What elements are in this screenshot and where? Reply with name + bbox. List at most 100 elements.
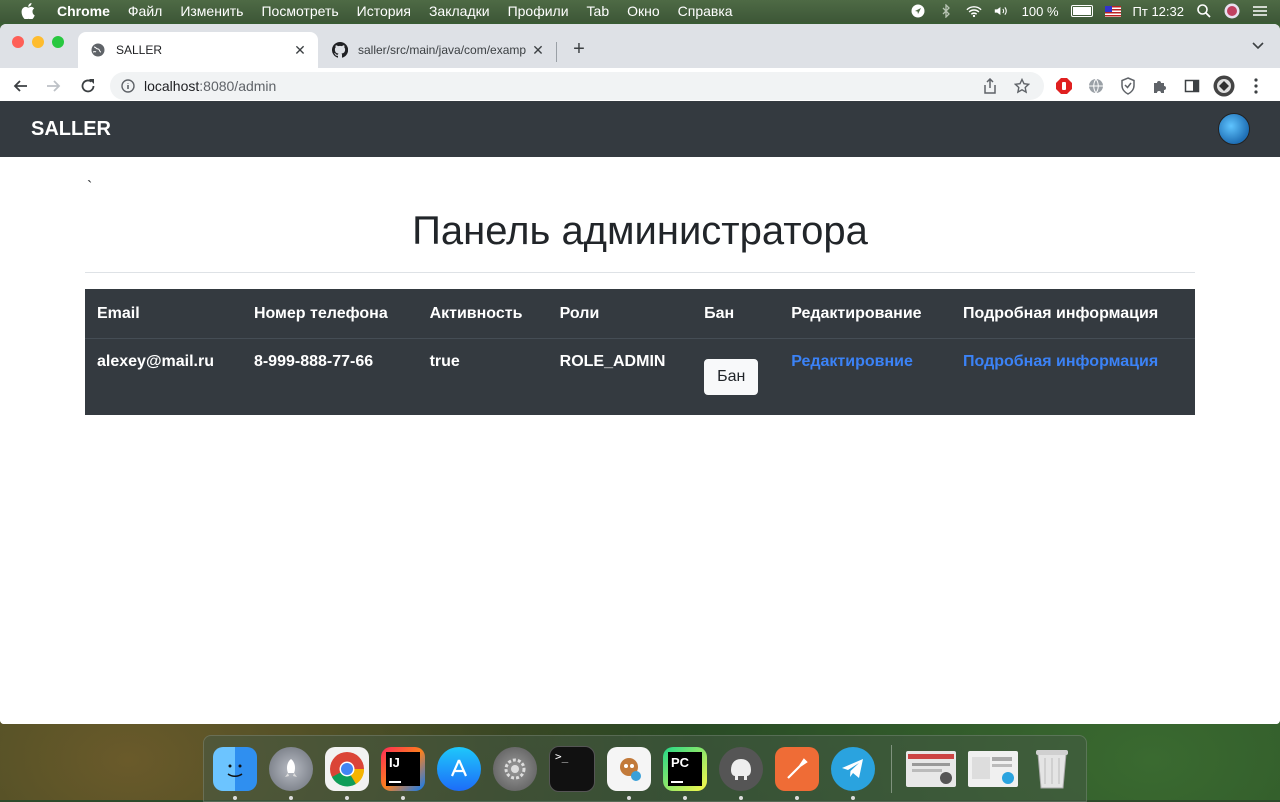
vpn-globe-extension-icon[interactable] bbox=[1084, 74, 1108, 98]
url-path: :8080/admin bbox=[199, 78, 277, 94]
menu-app-name[interactable]: Chrome bbox=[48, 3, 119, 19]
tab-title: saller/src/main/java/com/examp bbox=[358, 43, 527, 57]
recent-window-2-icon[interactable] bbox=[968, 750, 1018, 787]
menu-history[interactable]: История bbox=[348, 3, 420, 19]
close-tab-icon[interactable]: ✕ bbox=[292, 42, 308, 58]
intellij-icon[interactable]: IJ bbox=[381, 746, 425, 800]
launchpad-icon[interactable] bbox=[269, 746, 313, 800]
profile-avatar-icon[interactable] bbox=[1212, 74, 1236, 98]
us-flag-icon[interactable] bbox=[1104, 5, 1121, 17]
minimize-window-button[interactable] bbox=[32, 36, 44, 48]
recent-window-1-icon[interactable] bbox=[906, 750, 956, 787]
url-host: localhost bbox=[144, 78, 200, 94]
tab-title: SALLER bbox=[116, 43, 163, 57]
window-controls bbox=[12, 36, 64, 48]
new-tab-button[interactable]: + bbox=[568, 38, 590, 60]
menu-profiles[interactable]: Профили bbox=[499, 3, 578, 19]
users-table: Email Номер телефона Активность Роли Бан… bbox=[85, 289, 1195, 415]
cell-ban: Бан bbox=[692, 339, 779, 416]
app-store-icon[interactable] bbox=[437, 746, 481, 791]
col-active-header: Активность bbox=[417, 289, 548, 339]
site-navbar: SALLER bbox=[0, 101, 1280, 157]
col-details-header: Подробная информация bbox=[951, 289, 1195, 339]
admin-container: ` Панель администратора Email Номер теле… bbox=[85, 157, 1195, 415]
trash-icon[interactable] bbox=[1030, 747, 1074, 791]
col-phone-header: Номер телефона bbox=[241, 289, 418, 339]
close-tab-icon[interactable]: ✕ bbox=[530, 42, 546, 58]
battery-percent: 100 % bbox=[1021, 3, 1059, 19]
tab-strip: SALLER ✕ saller/src/main/java/com/examp … bbox=[0, 24, 1280, 68]
address-bar[interactable]: localhost:8080/admin bbox=[110, 72, 1044, 100]
reload-button[interactable] bbox=[74, 72, 102, 100]
menu-window[interactable]: Окно bbox=[618, 3, 669, 19]
github-icon bbox=[332, 42, 348, 58]
shield-extension-icon[interactable] bbox=[1116, 74, 1140, 98]
paw-icon[interactable] bbox=[607, 746, 651, 800]
cell-active: true bbox=[429, 353, 460, 370]
menu-file[interactable]: Файл bbox=[119, 3, 171, 19]
page-title: Панель администратора bbox=[412, 209, 868, 253]
menu-help[interactable]: Справка bbox=[669, 3, 742, 19]
chrome-menu-icon[interactable] bbox=[1244, 74, 1268, 98]
menu-edit[interactable]: Изменить bbox=[171, 3, 252, 19]
cell-edit: Редактировние bbox=[779, 339, 951, 416]
menubar-clock[interactable]: Пт 12:32 bbox=[1133, 4, 1184, 19]
adblock-extension-icon[interactable] bbox=[1052, 74, 1076, 98]
volume-icon[interactable] bbox=[994, 4, 1010, 18]
cell-details: Подробная информация bbox=[951, 339, 1195, 416]
apple-icon[interactable] bbox=[20, 3, 36, 19]
table-row: alexey@mail.ru 8-999-888-77-66 true ROLE… bbox=[85, 339, 1195, 416]
extensions-puzzle-icon[interactable] bbox=[1148, 74, 1172, 98]
telegram-icon[interactable] bbox=[831, 746, 875, 800]
search-icon[interactable] bbox=[1196, 4, 1212, 18]
chrome-icon[interactable] bbox=[325, 746, 369, 800]
control-center-icon[interactable] bbox=[1252, 4, 1268, 18]
globe-icon bbox=[90, 42, 106, 58]
pycharm-icon[interactable]: PC bbox=[663, 746, 707, 800]
macos-dock: IJ >_ PC bbox=[203, 735, 1087, 802]
ban-button[interactable]: Бан bbox=[704, 359, 759, 395]
tab-separator bbox=[556, 42, 557, 62]
browser-window: SALLER ✕ saller/src/main/java/com/examp … bbox=[0, 24, 1280, 724]
back-button[interactable] bbox=[6, 72, 34, 100]
menu-view[interactable]: Посмотреть bbox=[252, 3, 347, 19]
col-edit-header: Редактирование bbox=[779, 289, 952, 339]
user-avatar-icon[interactable] bbox=[1224, 3, 1240, 19]
wifi-icon[interactable] bbox=[966, 4, 982, 18]
menu-tab[interactable]: Tab bbox=[578, 3, 619, 19]
finder-icon[interactable] bbox=[213, 746, 257, 800]
site-info-icon[interactable] bbox=[120, 78, 136, 94]
tab-search-icon[interactable] bbox=[1250, 38, 1266, 54]
terminal-label: >_ bbox=[555, 749, 569, 763]
tableplus-icon[interactable] bbox=[719, 746, 763, 800]
tab-saller[interactable]: SALLER ✕ bbox=[78, 32, 318, 68]
share-icon[interactable] bbox=[980, 76, 1000, 96]
macos-menu-bar: Chrome Файл Изменить Посмотреть История … bbox=[0, 0, 1280, 22]
tab-github[interactable]: saller/src/main/java/com/examp ✕ bbox=[320, 32, 556, 68]
menu-bookmarks[interactable]: Закладки bbox=[420, 3, 499, 19]
stray-backtick: ` bbox=[87, 179, 93, 196]
user-avatar[interactable] bbox=[1218, 113, 1250, 145]
heading-divider bbox=[85, 272, 1195, 273]
cell-phone: 8-999-888-77-66 bbox=[253, 353, 374, 370]
side-panel-icon[interactable] bbox=[1180, 74, 1204, 98]
close-window-button[interactable] bbox=[12, 36, 24, 48]
bluetooth-icon[interactable] bbox=[938, 4, 954, 18]
edit-link[interactable]: Редактировние bbox=[791, 353, 913, 370]
details-link[interactable]: Подробная информация bbox=[963, 353, 1158, 370]
table-header-row: Email Номер телефона Активность Роли Бан… bbox=[85, 289, 1195, 339]
dock-separator bbox=[891, 744, 892, 793]
bookmark-star-icon[interactable] bbox=[1012, 76, 1032, 96]
browser-toolbar: localhost:8080/admin bbox=[0, 68, 1280, 105]
site-brand[interactable]: SALLER bbox=[31, 118, 111, 141]
system-preferences-icon[interactable] bbox=[493, 746, 537, 791]
maximize-window-button[interactable] bbox=[52, 36, 64, 48]
location-icon[interactable] bbox=[910, 4, 926, 18]
forward-button[interactable] bbox=[40, 72, 68, 100]
postman-icon[interactable] bbox=[775, 746, 819, 800]
cell-email: alexey@mail.ru bbox=[97, 353, 214, 370]
terminal-icon[interactable]: >_ bbox=[549, 745, 595, 792]
battery-icon[interactable] bbox=[1070, 5, 1093, 17]
col-email-header: Email bbox=[85, 289, 242, 339]
pycharm-label: PC bbox=[671, 754, 690, 770]
